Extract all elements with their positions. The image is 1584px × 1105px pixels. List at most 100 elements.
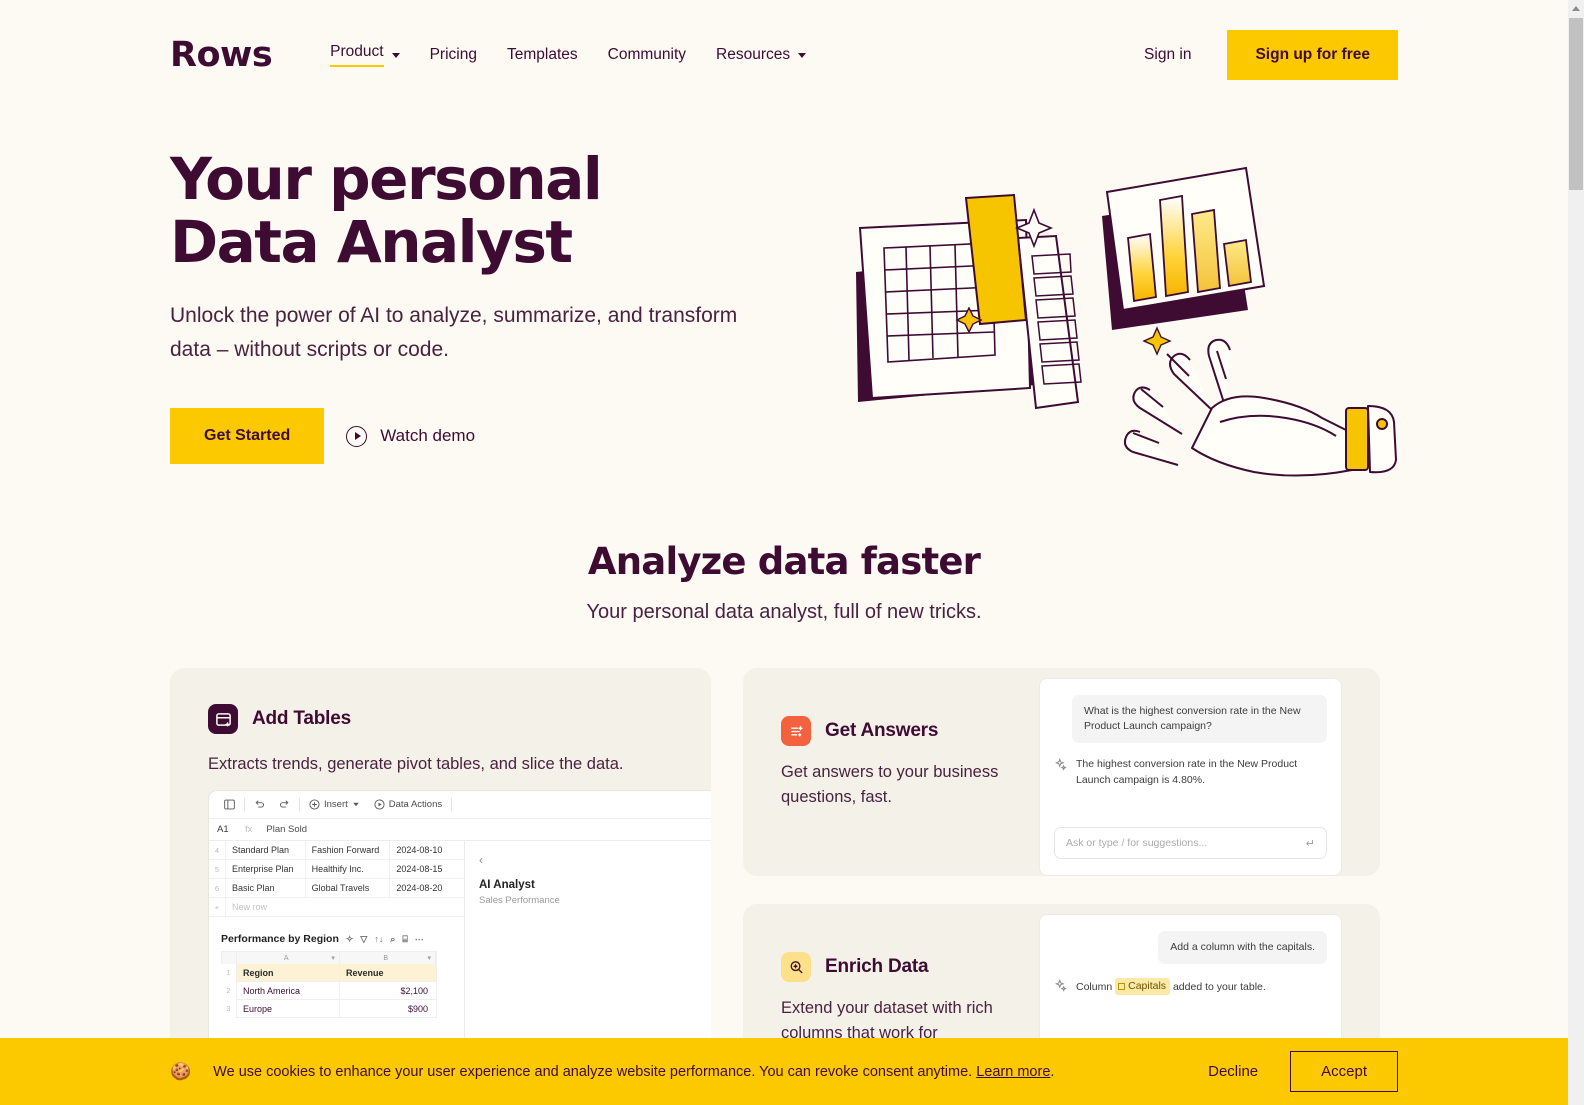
nav-item-product[interactable]: Product — [330, 37, 400, 73]
get-answers-header: Get Answers — [781, 716, 1039, 746]
nav-item-templates[interactable]: Templates — [507, 40, 578, 71]
row-number: 6 — [214, 883, 220, 893]
chat-user-message: Add a column with the capitals. — [1158, 931, 1327, 965]
cookie-period: . — [1050, 1063, 1055, 1080]
decline-button[interactable]: Decline — [1202, 1053, 1264, 1090]
sort-icon[interactable]: ↑↓ — [374, 934, 383, 944]
back-icon[interactable]: ‹ — [479, 853, 483, 867]
add-tables-description: Extracts trends, generate pivot tables, … — [208, 755, 624, 773]
new-row[interactable]: + New row — [209, 898, 464, 917]
insert-button[interactable]: Insert — [302, 799, 367, 810]
table-row[interactable]: 3 Europe $900 — [221, 1000, 437, 1018]
table-row[interactable]: 4 Standard Plan Fashion Forward 2024-08-… — [209, 841, 464, 860]
ai-panel-subtitle: Sales Performance — [479, 895, 560, 906]
cell-region: Europe — [236, 1000, 340, 1018]
pivot-toolbar: ✧ ▽ ↑↓ ⌕ ⌸ ⋯ — [346, 934, 424, 945]
table-row[interactable]: 6 Basic Plan Global Travels 2024-08-20 — [209, 879, 464, 898]
hero-title-line-2: Data Analyst — [170, 207, 573, 276]
pivot-col-a[interactable]: A ▾ — [237, 952, 340, 964]
plus-circle-icon — [309, 799, 320, 810]
get-answers-text: Get Answers Get answers to your business… — [743, 668, 1039, 876]
column-icon — [1118, 983, 1126, 991]
hero-cta-group: Get Started Watch demo — [170, 408, 870, 465]
scrollbar-up-arrow[interactable] — [1568, 0, 1584, 17]
cell-company: Global Travels — [304, 879, 390, 897]
pivot-table-title-row: Performance by Region ✧ ▽ ↑↓ ⌕ ⌸ ⋯ — [221, 933, 464, 945]
cell-revenue: $2,100 — [340, 982, 437, 1000]
sign-up-button[interactable]: Sign up for free — [1227, 30, 1398, 80]
get-answers-title: Get Answers — [825, 720, 939, 741]
rows-logo[interactable]: Rows — [170, 37, 273, 73]
chat-ai-response: The highest conversion rate in the New P… — [1054, 757, 1326, 787]
add-tables-title: Add Tables — [252, 708, 351, 729]
pivot-table-title: Performance by Region — [221, 933, 339, 945]
table-row[interactable]: 5 Enterprise Plan Healthify Inc. 2024-08… — [209, 860, 464, 879]
scrollbar-track[interactable] — [1568, 0, 1584, 1105]
cell-revenue: $900 — [340, 1000, 437, 1018]
watch-demo-button[interactable]: Watch demo — [346, 425, 476, 447]
answers-icon — [781, 716, 811, 746]
cookie-icon: 🍪 — [170, 1062, 192, 1081]
undo-icon[interactable] — [247, 799, 272, 810]
search-icon[interactable]: ⌕ — [390, 934, 395, 945]
nav-item-pricing[interactable]: Pricing — [430, 40, 477, 71]
enrich-data-header: Enrich Data — [781, 952, 1039, 982]
nav-item-product-label: Product — [330, 43, 384, 67]
answers-chat-mockup: What is the highest conversion rate in t… — [1039, 678, 1342, 876]
redo-icon[interactable] — [272, 799, 297, 810]
more-icon[interactable]: ⋯ — [415, 934, 424, 945]
get-answers-visual: What is the highest conversion rate in t… — [1039, 668, 1380, 876]
accept-button[interactable]: Accept — [1290, 1051, 1398, 1092]
chevron-down-icon — [798, 52, 807, 58]
chat-ai-text: Column Capitals added to your table. — [1076, 978, 1266, 996]
browser-viewport: Rows Product Pricing Templates Community… — [0, 0, 1568, 1105]
chat-input[interactable]: Ask or type / for suggestions... ↵ — [1054, 827, 1327, 859]
feature-card-get-answers[interactable]: Get Answers Get answers to your business… — [743, 668, 1380, 876]
row-number: 5 — [214, 864, 220, 874]
hero-illustration — [830, 160, 1400, 480]
new-row-label: New row — [225, 898, 305, 916]
sparkle-icon — [1054, 979, 1067, 993]
hero-illustration-svg — [856, 166, 1397, 477]
play-icon — [346, 425, 368, 447]
pivot-col-b[interactable]: B ▾ — [340, 952, 436, 964]
nav-item-templates-label: Templates — [506, 45, 578, 63]
get-started-button[interactable]: Get Started — [170, 408, 325, 465]
filter-icon[interactable]: ▽ — [360, 934, 367, 945]
sign-in-link[interactable]: Sign in — [1144, 46, 1191, 64]
pivot-header-row: 1 Region Revenue — [221, 964, 437, 982]
comment-icon[interactable]: ⌸ — [402, 934, 407, 945]
learn-more-link[interactable]: Learn more — [976, 1064, 1050, 1080]
column-chip[interactable]: Capitals — [1115, 978, 1171, 996]
chat-ai-text: The highest conversion rate in the New P… — [1076, 758, 1298, 786]
panel-icon[interactable] — [217, 799, 242, 810]
nav-item-community[interactable]: Community — [608, 40, 686, 71]
chat-user-message: What is the highest conversion rate in t… — [1072, 695, 1327, 744]
magnifier-sparkle-icon — [781, 952, 811, 982]
nav-item-community-label: Community — [607, 45, 687, 63]
section-subtitle: Your personal data analyst, full of new … — [586, 601, 982, 623]
insert-label: Insert — [324, 799, 348, 810]
enter-icon[interactable]: ↵ — [1306, 837, 1315, 850]
play-circle-icon — [374, 799, 385, 810]
nav-item-resources-label: Resources — [716, 45, 791, 63]
nav-links: Product Pricing Templates Community Reso… — [330, 37, 836, 73]
nav-actions: Sign in Sign up for free — [1144, 30, 1398, 80]
fx-icon: fx — [245, 824, 253, 835]
chat-ai-prefix: Column — [1076, 981, 1113, 994]
sparkle-icon — [1054, 758, 1067, 772]
ai-panel-topbar: ‹ ✕ — [479, 853, 711, 867]
nav-item-resources[interactable]: Resources — [716, 40, 807, 71]
sparkle-icon[interactable]: ✧ — [346, 934, 354, 945]
watch-demo-label: Watch demo — [380, 426, 476, 446]
scrollbar-thumb[interactable] — [1569, 18, 1583, 190]
formula-bar[interactable]: A1 fx Plan Sold — [209, 819, 711, 841]
cell-plan: Basic Plan — [225, 879, 305, 897]
table-row[interactable]: 2 North America $2,100 — [221, 982, 437, 1000]
column-chip-label: Capitals — [1128, 980, 1167, 993]
cell-date: 2024-08-20 — [389, 879, 464, 897]
add-tables-header: Add Tables — [170, 668, 711, 734]
data-actions-button[interactable]: Data Actions — [367, 799, 449, 810]
hero-section: Your personal Data Analyst Unlock the po… — [170, 148, 870, 465]
feature-card-add-tables[interactable]: Add Tables Extracts trends, generate piv… — [170, 668, 711, 1088]
